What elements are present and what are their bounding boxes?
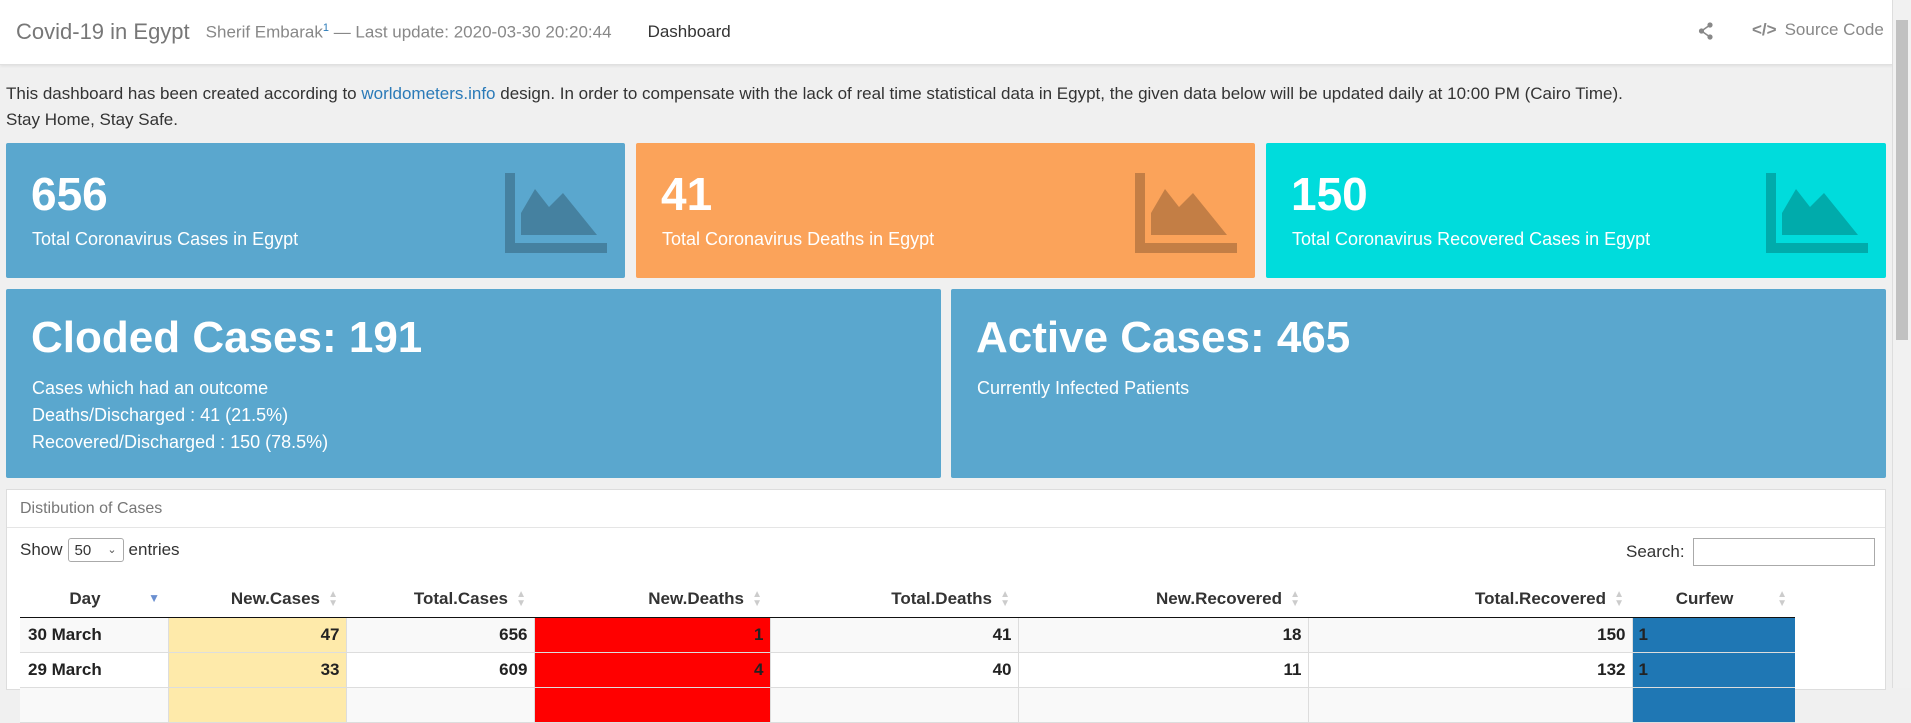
cases-table: Day ▼ New.Cases ▲ ▼ Total.Cases ▲ ▼ New.Death… [20,581,1795,723]
cell-day: 30 March [20,617,169,653]
intro-text: This dashboard has been created accordin… [6,81,1623,133]
panel-title: Distibution of Cases [7,490,1885,528]
closed-cases-details: Cases which had an outcome Deaths/Discha… [32,375,328,456]
table-row-partial [20,687,1795,723]
closed-cases-title: Cloded Cases: 191 [31,313,423,362]
cell-total-recovered: 150 [1308,617,1633,653]
cell-new-recovered: 18 [1018,617,1309,653]
col-header-label: Day [69,589,101,608]
col-header-total-cases[interactable]: Total.Cases ▲ ▼ [346,581,534,618]
top-navbar: Covid-19 in Egypt Sherif Embarak1 — Last… [0,0,1893,65]
col-header-label: New.Recovered [1156,589,1282,608]
sort-desc-icon: ▼ [148,591,160,605]
cell-curfew: 1 [1632,617,1795,653]
total-recovered-label: Total Coronavirus Recovered Cases in Egy… [1292,229,1651,249]
sort-icon: ▲ ▼ [1000,589,1010,609]
search-input[interactable] [1692,538,1875,566]
source-code-label: Source Code [1784,20,1884,39]
closed-cases-box: Cloded Cases: 191 Cases which had an out… [6,289,941,478]
scrollbar-thumb[interactable] [1896,20,1908,340]
intro-text-start: This dashboard has been created accordin… [6,84,362,103]
total-deaths-value: 41 [661,168,713,220]
sort-icon: ▲ ▼ [328,589,338,609]
active-cases-desc: Currently Infected Patients [977,378,1190,398]
page-scrollbar[interactable] [1892,0,1911,688]
area-chart-icon [1766,173,1868,253]
stay-home-text: Stay Home, Stay Safe. [6,110,178,129]
cell-new-recovered: 11 [1018,652,1309,688]
length-control: Show 50 ⌄ entries [20,538,180,562]
total-recovered-value: 150 [1291,168,1368,220]
col-header-total-deaths[interactable]: Total.Deaths ▲ ▼ [770,581,1018,618]
total-cases-label: Total Coronavirus Cases in Egypt [32,229,299,249]
entries-label: entries [128,540,180,559]
col-header-label: Total.Deaths [891,589,992,608]
author-info: Sherif Embarak1 — Last update: 2020-03-3… [206,22,612,43]
total-cases-value: 656 [31,168,108,220]
cell-day: 29 March [20,652,169,688]
cell-total-cases: 656 [346,617,535,653]
cell-new-cases: 47 [168,617,347,653]
total-deaths-label: Total Coronavirus Deaths in Egypt [662,229,935,249]
sort-icon: ▲ ▼ [1777,589,1787,609]
entries-select-value: 50 [74,541,92,559]
app-title[interactable]: Covid-19 in Egypt [16,19,190,45]
active-cases-title: Active Cases: 465 [976,313,1351,362]
col-header-new-deaths[interactable]: New.Deaths ▲ ▼ [534,581,770,618]
cell-curfew: 1 [1632,652,1795,688]
table-row[interactable]: 30 March 47 656 1 41 18 150 1 [20,617,1795,653]
area-chart-icon [1135,173,1237,253]
code-icon: </> [1752,20,1777,39]
entries-select[interactable]: 50 ⌄ [67,538,124,562]
show-label: Show [20,540,63,559]
cell-total-deaths: 41 [770,617,1019,653]
intro-text-end: design. In order to compensate with the … [495,84,1623,103]
col-header-day[interactable]: Day ▼ [20,581,168,618]
cell-total-cases: 609 [346,652,535,688]
cell-total-recovered: 132 [1308,652,1633,688]
active-cases-details: Currently Infected Patients [977,375,1189,402]
total-recovered-box: 150 Total Coronavirus Recovered Cases in… [1266,143,1886,278]
closed-cases-desc: Cases which had an outcome [32,378,269,398]
col-header-label: Curfew [1675,589,1734,608]
cell-total-deaths: 40 [770,652,1019,688]
total-cases-box: 656 Total Coronavirus Cases in Egypt [6,143,625,278]
source-code-link[interactable]: </> Source Code [1752,20,1884,40]
search-control: Search: [1626,538,1875,566]
deaths-discharged: Deaths/Discharged : 41 (21.5%) [32,405,289,425]
cell-new-deaths: 1 [534,617,771,653]
sort-icon: ▲ ▼ [1614,589,1624,609]
sort-icon: ▲ ▼ [752,589,762,609]
col-header-label: New.Cases [230,589,320,608]
search-label: Search: [1626,542,1685,561]
worldometers-link[interactable]: worldometers.info [361,84,495,103]
author-footnote-link[interactable]: 1 [323,22,329,34]
col-header-new-recovered[interactable]: New.Recovered ▲ ▼ [1018,581,1308,618]
sort-icon: ▲ ▼ [516,589,526,609]
active-cases-box: Active Cases: 465 Currently Infected Pat… [951,289,1886,478]
share-icon[interactable] [1698,22,1714,45]
col-header-label: Total.Cases [413,589,508,608]
cell-new-cases: 33 [168,652,347,688]
table-header-row: Day ▼ New.Cases ▲ ▼ Total.Cases ▲ ▼ New.Death… [20,581,1795,618]
author-name: Sherif Embarak [205,22,323,42]
distribution-panel: Distibution of Cases Show 50 ⌄ entries Se… [6,489,1886,723]
col-header-total-recovered[interactable]: Total.Recovered ▲ ▼ [1308,581,1632,618]
chevron-down-icon: ⌄ [107,544,117,556]
col-header-label: Total.Recovered [1474,589,1606,608]
col-header-curfew[interactable]: Curfew ▲ ▼ [1632,581,1795,618]
nav-dashboard[interactable]: Dashboard [648,22,731,42]
sort-icon: ▲ ▼ [1290,589,1300,609]
col-header-new-cases[interactable]: New.Cases ▲ ▼ [168,581,346,618]
area-chart-icon [505,173,607,253]
total-deaths-box: 41 Total Coronavirus Deaths in Egypt [636,143,1255,278]
table-row[interactable]: 29 March 33 609 4 40 11 132 1 [20,652,1795,688]
col-header-label: New.Deaths [648,589,744,608]
last-update: — Last update: 2020-03-30 20:20:44 [333,22,612,42]
recovered-discharged: Recovered/Discharged : 150 (78.5%) [32,432,329,452]
cell-new-deaths: 4 [534,652,771,688]
